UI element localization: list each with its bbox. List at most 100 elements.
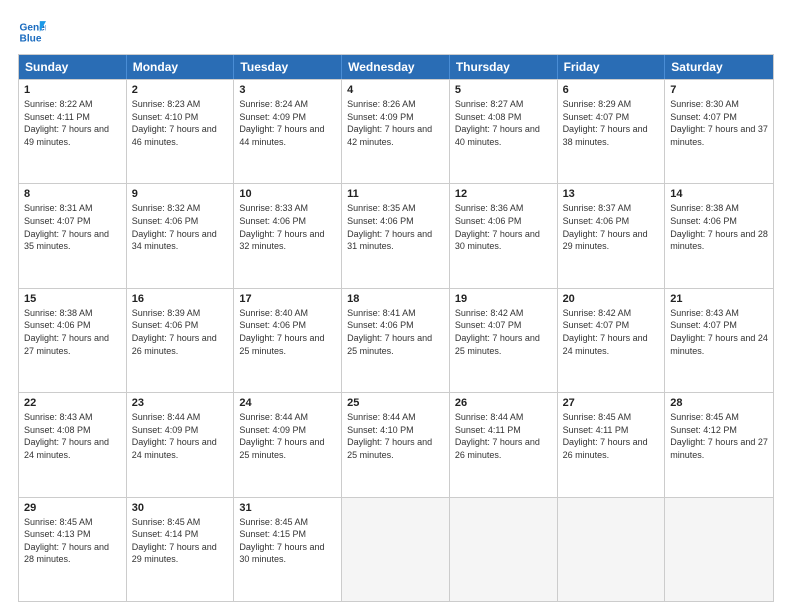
day-info: Sunrise: 8:44 AM Sunset: 4:09 PM Dayligh… <box>239 411 336 461</box>
day-info: Sunrise: 8:43 AM Sunset: 4:08 PM Dayligh… <box>24 411 121 461</box>
day-number: 8 <box>24 188 121 200</box>
day-number: 12 <box>455 188 552 200</box>
weekday-header-thursday: Thursday <box>450 55 558 79</box>
day-number: 2 <box>132 84 229 96</box>
day-cell-10: 10 Sunrise: 8:33 AM Sunset: 4:06 PM Dayli… <box>234 184 342 287</box>
day-number: 1 <box>24 84 121 96</box>
day-number: 23 <box>132 397 229 409</box>
day-info: Sunrise: 8:27 AM Sunset: 4:08 PM Dayligh… <box>455 98 552 148</box>
weekday-header-wednesday: Wednesday <box>342 55 450 79</box>
day-cell-3: 3 Sunrise: 8:24 AM Sunset: 4:09 PM Daylig… <box>234 80 342 183</box>
day-cell-27: 27Sunrise: 8:45 AM Sunset: 4:11 PM Dayli… <box>558 393 666 496</box>
weekday-header-friday: Friday <box>558 55 666 79</box>
day-number: 28 <box>670 397 768 409</box>
day-info: Sunrise: 8:24 AM Sunset: 4:09 PM Dayligh… <box>239 98 336 148</box>
day-info: Sunrise: 8:31 AM Sunset: 4:07 PM Dayligh… <box>24 202 121 252</box>
calendar-body: 1 Sunrise: 8:22 AM Sunset: 4:11 PM Daylig… <box>19 79 773 601</box>
calendar-week-3: 15 Sunrise: 8:38 AM Sunset: 4:06 PM Dayli… <box>19 288 773 392</box>
day-info: Sunrise: 8:42 AM Sunset: 4:07 PM Dayligh… <box>563 307 660 357</box>
day-info: Sunrise: 8:45 AM Sunset: 4:13 PM Dayligh… <box>24 516 121 566</box>
day-info: Sunrise: 8:45 AM Sunset: 4:11 PM Dayligh… <box>563 411 660 461</box>
calendar-header: SundayMondayTuesdayWednesdayThursdayFrid… <box>19 55 773 79</box>
day-cell-22: 22 Sunrise: 8:43 AM Sunset: 4:08 PM Dayli… <box>19 393 127 496</box>
day-number: 22 <box>24 397 121 409</box>
day-info: Sunrise: 8:42 AM Sunset: 4:07 PM Dayligh… <box>455 307 552 357</box>
day-cell-9: 9 Sunrise: 8:32 AM Sunset: 4:06 PM Daylig… <box>127 184 235 287</box>
logo-icon: General Blue <box>18 18 46 46</box>
day-info: Sunrise: 8:45 AM Sunset: 4:15 PM Dayligh… <box>239 516 336 566</box>
day-cell-23: 23 Sunrise: 8:44 AM Sunset: 4:09 PM Dayli… <box>127 393 235 496</box>
day-info: Sunrise: 8:35 AM Sunset: 4:06 PM Dayligh… <box>347 202 444 252</box>
weekday-header-sunday: Sunday <box>19 55 127 79</box>
day-cell-19: 19 Sunrise: 8:42 AM Sunset: 4:07 PM Dayli… <box>450 289 558 392</box>
logo: General Blue <box>18 18 46 46</box>
day-number: 24 <box>239 397 336 409</box>
day-number: 10 <box>239 188 336 200</box>
day-info: Sunrise: 8:38 AM Sunset: 4:06 PM Dayligh… <box>670 202 768 252</box>
page: General Blue SundayMondayTuesdayWednesda… <box>0 0 792 612</box>
calendar: SundayMondayTuesdayWednesdayThursdayFrid… <box>18 54 774 602</box>
day-info: Sunrise: 8:29 AM Sunset: 4:07 PM Dayligh… <box>563 98 660 148</box>
calendar-week-1: 1 Sunrise: 8:22 AM Sunset: 4:11 PM Daylig… <box>19 79 773 183</box>
weekday-header-saturday: Saturday <box>665 55 773 79</box>
day-info: Sunrise: 8:43 AM Sunset: 4:07 PM Dayligh… <box>670 307 768 357</box>
day-cell-16: 16Sunrise: 8:39 AM Sunset: 4:06 PM Dayli… <box>127 289 235 392</box>
day-cell-7: 7Sunrise: 8:30 AM Sunset: 4:07 PM Daylig… <box>665 80 773 183</box>
day-number: 11 <box>347 188 444 200</box>
day-info: Sunrise: 8:41 AM Sunset: 4:06 PM Dayligh… <box>347 307 444 357</box>
day-cell-12: 12 Sunrise: 8:36 AM Sunset: 4:06 PM Dayli… <box>450 184 558 287</box>
day-cell-13: 13Sunrise: 8:37 AM Sunset: 4:06 PM Dayli… <box>558 184 666 287</box>
day-info: Sunrise: 8:23 AM Sunset: 4:10 PM Dayligh… <box>132 98 229 148</box>
calendar-week-4: 22 Sunrise: 8:43 AM Sunset: 4:08 PM Dayli… <box>19 392 773 496</box>
day-number: 18 <box>347 293 444 305</box>
day-number: 29 <box>24 502 121 514</box>
header: General Blue <box>18 18 774 46</box>
day-cell-31: 31 Sunrise: 8:45 AM Sunset: 4:15 PM Dayli… <box>234 498 342 601</box>
day-cell-29: 29 Sunrise: 8:45 AM Sunset: 4:13 PM Dayli… <box>19 498 127 601</box>
day-info: Sunrise: 8:32 AM Sunset: 4:06 PM Dayligh… <box>132 202 229 252</box>
day-number: 25 <box>347 397 444 409</box>
day-cell-26: 26Sunrise: 8:44 AM Sunset: 4:11 PM Dayli… <box>450 393 558 496</box>
empty-cell <box>342 498 450 601</box>
day-number: 9 <box>132 188 229 200</box>
day-info: Sunrise: 8:26 AM Sunset: 4:09 PM Dayligh… <box>347 98 444 148</box>
day-cell-6: 6 Sunrise: 8:29 AM Sunset: 4:07 PM Daylig… <box>558 80 666 183</box>
day-cell-18: 18 Sunrise: 8:41 AM Sunset: 4:06 PM Dayli… <box>342 289 450 392</box>
day-info: Sunrise: 8:45 AM Sunset: 4:14 PM Dayligh… <box>132 516 229 566</box>
day-info: Sunrise: 8:36 AM Sunset: 4:06 PM Dayligh… <box>455 202 552 252</box>
day-cell-4: 4 Sunrise: 8:26 AM Sunset: 4:09 PM Daylig… <box>342 80 450 183</box>
day-number: 30 <box>132 502 229 514</box>
weekday-header-monday: Monday <box>127 55 235 79</box>
empty-cell <box>450 498 558 601</box>
day-number: 7 <box>670 84 768 96</box>
day-info: Sunrise: 8:38 AM Sunset: 4:06 PM Dayligh… <box>24 307 121 357</box>
day-number: 20 <box>563 293 660 305</box>
day-info: Sunrise: 8:40 AM Sunset: 4:06 PM Dayligh… <box>239 307 336 357</box>
day-info: Sunrise: 8:45 AM Sunset: 4:12 PM Dayligh… <box>670 411 768 461</box>
day-number: 15 <box>24 293 121 305</box>
calendar-week-2: 8 Sunrise: 8:31 AM Sunset: 4:07 PM Daylig… <box>19 183 773 287</box>
day-number: 3 <box>239 84 336 96</box>
day-number: 19 <box>455 293 552 305</box>
day-cell-5: 5Sunrise: 8:27 AM Sunset: 4:08 PM Daylig… <box>450 80 558 183</box>
calendar-week-5: 29 Sunrise: 8:45 AM Sunset: 4:13 PM Dayli… <box>19 497 773 601</box>
day-info: Sunrise: 8:33 AM Sunset: 4:06 PM Dayligh… <box>239 202 336 252</box>
day-cell-21: 21 Sunrise: 8:43 AM Sunset: 4:07 PM Dayli… <box>665 289 773 392</box>
day-number: 21 <box>670 293 768 305</box>
day-number: 4 <box>347 84 444 96</box>
day-cell-20: 20 Sunrise: 8:42 AM Sunset: 4:07 PM Dayli… <box>558 289 666 392</box>
day-info: Sunrise: 8:22 AM Sunset: 4:11 PM Dayligh… <box>24 98 121 148</box>
day-cell-14: 14Sunrise: 8:38 AM Sunset: 4:06 PM Dayli… <box>665 184 773 287</box>
empty-cell <box>665 498 773 601</box>
day-cell-17: 17 Sunrise: 8:40 AM Sunset: 4:06 PM Dayli… <box>234 289 342 392</box>
day-number: 31 <box>239 502 336 514</box>
day-cell-2: 2 Sunrise: 8:23 AM Sunset: 4:10 PM Daylig… <box>127 80 235 183</box>
day-info: Sunrise: 8:44 AM Sunset: 4:09 PM Dayligh… <box>132 411 229 461</box>
day-cell-11: 11 Sunrise: 8:35 AM Sunset: 4:06 PM Dayli… <box>342 184 450 287</box>
empty-cell <box>558 498 666 601</box>
day-cell-15: 15 Sunrise: 8:38 AM Sunset: 4:06 PM Dayli… <box>19 289 127 392</box>
day-number: 17 <box>239 293 336 305</box>
day-number: 6 <box>563 84 660 96</box>
day-cell-1: 1 Sunrise: 8:22 AM Sunset: 4:11 PM Daylig… <box>19 80 127 183</box>
day-info: Sunrise: 8:44 AM Sunset: 4:11 PM Dayligh… <box>455 411 552 461</box>
